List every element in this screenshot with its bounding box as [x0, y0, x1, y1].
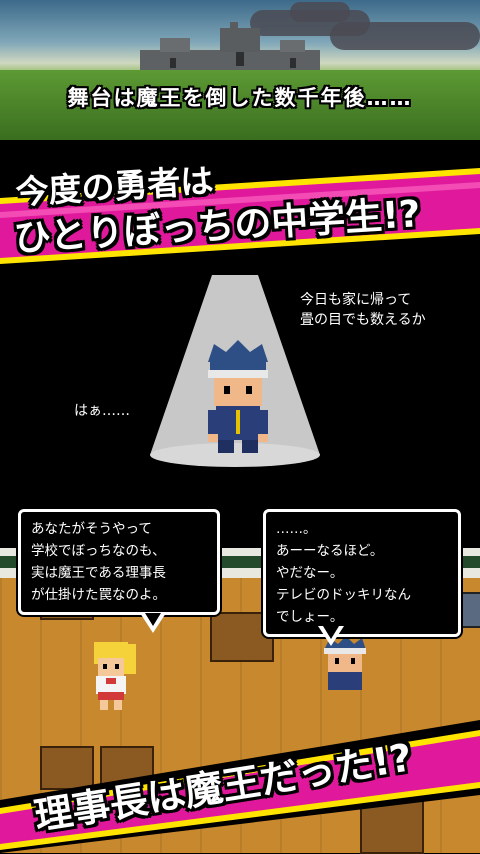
girl-dialog-box: あなたがそうやって 学校でぼっちなのも、 実は魔王である理事長 が仕掛けた罠なの…: [18, 509, 220, 615]
hero-sigh: はぁ……: [74, 403, 130, 419]
smoke-cloud: [330, 22, 480, 50]
hero-dialog-box: ……。 あーーなるほど。 やだなー。 テレビのドッキリなん でしょー。: [263, 509, 461, 637]
smoke-cloud: [290, 2, 350, 22]
castle-ruins-icon: [140, 22, 320, 77]
dialog-tail: [140, 613, 166, 633]
landscape-scene: [0, 0, 480, 140]
hero-student-sprite: [208, 340, 268, 461]
story-caption: 舞台は魔王を倒した数千年後……: [67, 86, 413, 110]
hero-thought: 今日も家に帰って 畳の目でも数えるか: [300, 292, 426, 328]
dialog-tail: [318, 626, 344, 646]
